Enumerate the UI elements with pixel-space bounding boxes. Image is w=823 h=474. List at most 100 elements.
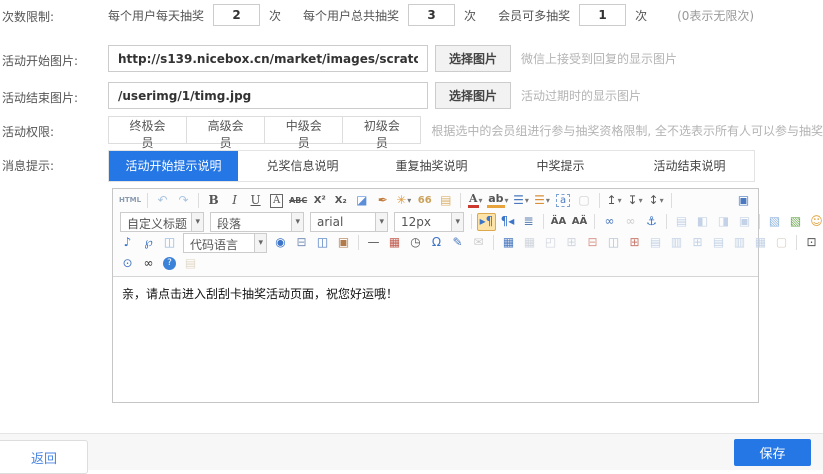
ltr-paragraph-icon[interactable]: ▸¶ bbox=[477, 213, 496, 231]
member-senior-button[interactable]: 高级会员 bbox=[186, 116, 265, 144]
insert-code-icon[interactable]: ◉ bbox=[271, 234, 290, 252]
edit-comment-icon[interactable]: ✎ bbox=[448, 234, 467, 252]
end-image-pick-button[interactable]: 选择图片 bbox=[435, 82, 511, 109]
to-uppercase-icon[interactable]: ÄA bbox=[549, 213, 568, 231]
screen-capture-icon[interactable]: ▣ bbox=[334, 234, 353, 252]
print-icon[interactable]: ⊡ bbox=[802, 234, 821, 252]
member-ultimate-button[interactable]: 终极会员 bbox=[108, 116, 187, 144]
delete-row-icon[interactable]: ⊞ bbox=[625, 234, 644, 252]
line-height-icon[interactable]: ↕▾ bbox=[647, 192, 666, 210]
delete-table-icon: ▦ bbox=[520, 234, 539, 252]
insert-map-icon[interactable]: ◫ bbox=[160, 234, 179, 252]
limits-hint: (0表示无限次) bbox=[677, 7, 754, 24]
toolbar-row: HTML↶↷BIUAABCX²X₂◪✒✳▾66▤A▾ab▾☰▾☰▾a▢↥▾↧▾↕… bbox=[115, 190, 756, 211]
footer-bar: 返回 保存 bbox=[0, 433, 823, 470]
superscript-icon[interactable]: X² bbox=[310, 192, 329, 210]
help-icon[interactable]: ? bbox=[160, 255, 179, 273]
find-replace-icon[interactable]: ∞ bbox=[139, 255, 158, 273]
special-chars-icon[interactable]: Ω bbox=[427, 234, 446, 252]
format-brush-icon[interactable]: ✒ bbox=[373, 192, 392, 210]
chevron-down-icon: ▾ bbox=[407, 196, 411, 205]
start-image-url-input[interactable] bbox=[108, 45, 428, 72]
font-select[interactable]: arial▾ bbox=[310, 212, 388, 232]
member-extra-draws-label: 会员可多抽奖 bbox=[498, 7, 570, 24]
paste-icon: ▤ bbox=[181, 255, 200, 273]
strikethrough-icon[interactable]: ABC bbox=[288, 192, 308, 210]
to-lowercase-icon[interactable]: AÄ bbox=[570, 213, 589, 231]
image-manager-icon[interactable]: ▧ bbox=[786, 213, 805, 231]
end-image-url-input[interactable] bbox=[108, 82, 428, 109]
insert-time-icon[interactable]: ◷ bbox=[406, 234, 425, 252]
editor-content-area[interactable]: 亲，请点击进入刮刮卡抽奖活动页面，祝您好运哦！ bbox=[113, 277, 758, 402]
blockquote-icon[interactable]: 66 bbox=[415, 192, 434, 210]
insert-image-icon[interactable]: ▧ bbox=[765, 213, 784, 231]
rich-text-editor: HTML↶↷BIUAABCX²X₂◪✒✳▾66▤A▾ab▾☰▾☰▾a▢↥▾↧▾↕… bbox=[112, 188, 759, 403]
highlight-color-icon[interactable]: ab▾ bbox=[487, 192, 509, 210]
underline-icon[interactable]: U bbox=[246, 192, 265, 210]
insert-col-icon: ◫ bbox=[604, 234, 623, 252]
paragraph-spacing-top-icon[interactable]: ↥▾ bbox=[605, 192, 624, 210]
toolbar-separator bbox=[543, 214, 544, 229]
remove-format-icon[interactable]: ◪ bbox=[352, 192, 371, 210]
tab-redeem-info-note[interactable]: 兑奖信息说明 bbox=[238, 151, 367, 181]
rtl-paragraph-icon[interactable]: ¶◂ bbox=[498, 213, 517, 231]
insert-table-icon[interactable]: ▦ bbox=[499, 234, 518, 252]
bordered-text-icon[interactable]: A bbox=[267, 192, 286, 210]
subscript-icon[interactable]: X₂ bbox=[331, 192, 350, 210]
tab-activity-end-note[interactable]: 活动结束说明 bbox=[625, 151, 754, 181]
permission-row: 活动权限: 终极会员高级会员中级会员初级会员 根据选中的会员组进行参与抽奖资格限… bbox=[2, 116, 823, 144]
attachment-icon[interactable]: ℘ bbox=[139, 234, 158, 252]
italic-icon[interactable]: I bbox=[225, 192, 244, 210]
bold-icon[interactable]: B bbox=[204, 192, 223, 210]
insert-frame-icon[interactable]: ⊟ bbox=[292, 234, 311, 252]
custom-title-select[interactable]: 自定义标题▾ bbox=[120, 212, 204, 232]
horizontal-rule-icon[interactable]: — bbox=[364, 234, 383, 252]
merge-cells-icon: ▤ bbox=[646, 234, 665, 252]
end-image-row: 活动结束图片: 选择图片 活动过期时的显示图片 bbox=[2, 82, 823, 108]
font-color-icon[interactable]: A▾ bbox=[466, 192, 485, 210]
code-language-select-value: 代码语言 bbox=[184, 234, 254, 252]
anchor-icon[interactable]: ⚓ bbox=[642, 213, 661, 231]
save-button[interactable]: 保存 bbox=[734, 439, 811, 466]
tab-repeat-draw-note[interactable]: 重复抽奖说明 bbox=[367, 151, 496, 181]
per-day-draws-input[interactable] bbox=[213, 4, 260, 26]
merge-down-icon: ⊞ bbox=[688, 234, 707, 252]
html-source-icon[interactable]: HTML bbox=[118, 192, 142, 210]
toolbar-separator bbox=[493, 235, 494, 250]
font-size-select[interactable]: 12px▾ bbox=[394, 212, 464, 232]
ordered-list-icon[interactable]: ☰▾ bbox=[512, 192, 531, 210]
tab-win-prompt[interactable]: 中奖提示 bbox=[496, 151, 625, 181]
image-align-none-icon: ▤ bbox=[672, 213, 691, 231]
text-indent-icon[interactable]: ≣ bbox=[519, 213, 538, 231]
member-extra-draws-input[interactable] bbox=[579, 4, 626, 26]
link-icon[interactable]: ∞ bbox=[600, 213, 619, 231]
limits-row: 次数限制: 每个用户每天抽奖次每个用户总共抽奖次会员可多抽奖次(0表示无限次) bbox=[2, 3, 823, 27]
member-group-buttons: 终极会员高级会员中级会员初级会员 bbox=[108, 116, 421, 144]
tab-activity-start-note[interactable]: 活动开始提示说明 bbox=[109, 151, 238, 181]
paragraph-select[interactable]: 段落▾ bbox=[210, 212, 304, 232]
member-junior-button[interactable]: 初级会员 bbox=[342, 116, 421, 144]
unordered-list-icon[interactable]: ☰▾ bbox=[533, 192, 552, 210]
total-draws-input[interactable] bbox=[408, 4, 455, 26]
anchor-box-icon[interactable]: a bbox=[554, 192, 573, 210]
chevron-down-icon: ▾ bbox=[479, 196, 483, 205]
insert-row-icon[interactable]: ⊟ bbox=[583, 234, 602, 252]
paste-plain-icon[interactable]: ▤ bbox=[436, 192, 455, 210]
back-button[interactable]: 返回 bbox=[0, 440, 88, 474]
doc-template-icon: ▢ bbox=[772, 234, 791, 252]
fullscreen-icon[interactable]: ▣ bbox=[734, 192, 753, 210]
paragraph-spacing-bottom-icon[interactable]: ↧▾ bbox=[626, 192, 645, 210]
chevron-down-icon: ▾ bbox=[639, 196, 643, 205]
toolbar-separator bbox=[671, 193, 672, 208]
member-middle-button[interactable]: 中级会员 bbox=[264, 116, 343, 144]
preview-icon[interactable]: ⊙ bbox=[118, 255, 137, 273]
auto-typeset-icon[interactable]: ✳▾ bbox=[394, 192, 413, 210]
split-columns-icon[interactable]: ◫ bbox=[313, 234, 332, 252]
emotion-icon[interactable]: ☺ bbox=[807, 213, 823, 231]
start-image-pick-button[interactable]: 选择图片 bbox=[435, 45, 511, 72]
code-language-select[interactable]: 代码语言▾ bbox=[183, 233, 267, 253]
insert-music-icon[interactable]: ♪ bbox=[118, 234, 137, 252]
message-tabs: 活动开始提示说明兑奖信息说明重复抽奖说明中奖提示活动结束说明 bbox=[108, 150, 755, 182]
insert-date-icon[interactable]: ▦ bbox=[385, 234, 404, 252]
message-row: 消息提示: 活动开始提示说明兑奖信息说明重复抽奖说明中奖提示活动结束说明 bbox=[2, 150, 823, 182]
